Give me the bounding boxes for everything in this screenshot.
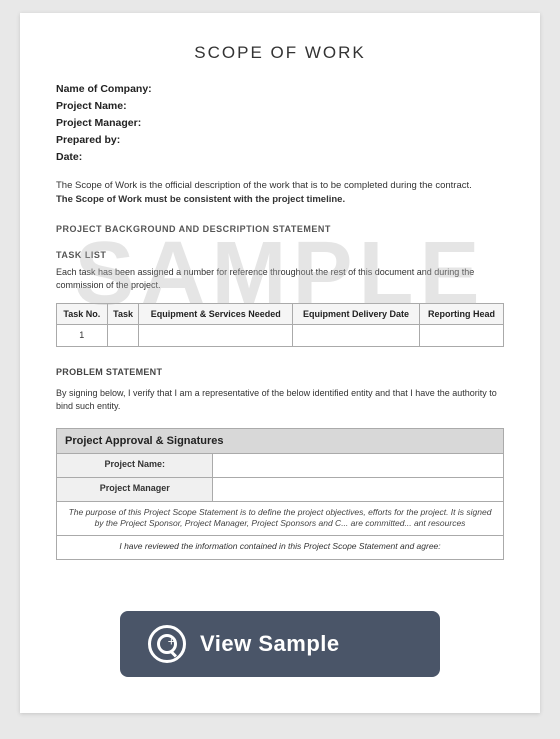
- task-table: Task No. Task Equipment & Services Neede…: [56, 303, 504, 347]
- approval-manager-label: Project Manager: [57, 477, 213, 501]
- approval-title: Project Approval & Signatures: [57, 428, 504, 453]
- problem-text: By signing below, I verify that I am a r…: [56, 387, 504, 414]
- col-delivery-date: Equipment Delivery Date: [293, 303, 420, 324]
- section-background: PROJECT BACKGROUND AND DESCRIPTION STATE…: [56, 224, 504, 234]
- plus-sign: +: [168, 634, 175, 650]
- cell-reporting-head: [420, 324, 504, 346]
- col-reporting-head: Reporting Head: [420, 303, 504, 324]
- approval-manager-value: [213, 477, 504, 501]
- approval-last-line: I have reviewed the information containe…: [57, 536, 504, 560]
- view-sample-label: View Sample: [200, 631, 340, 657]
- col-equipment-services: Equipment & Services Needed: [139, 303, 293, 324]
- cell-task: [107, 324, 139, 346]
- document-page: SAMPLE SCOPE OF WORK Name of Company: Pr…: [20, 13, 540, 713]
- field-project-name: Project Name:: [56, 100, 504, 112]
- approval-purpose-text: The purpose of this Project Scope Statem…: [57, 501, 504, 536]
- cell-task-no: 1: [57, 324, 108, 346]
- approval-purpose-row: The purpose of this Project Scope Statem…: [57, 501, 504, 536]
- problem-heading: PROBLEM STATEMENT: [56, 367, 504, 377]
- field-project-manager: Project Manager:: [56, 117, 504, 129]
- cell-delivery: [293, 324, 420, 346]
- approval-project-name-value: [213, 453, 504, 477]
- field-date: Date:: [56, 151, 504, 163]
- task-list-description: Each task has been assigned a number for…: [56, 266, 504, 293]
- approval-manager-row: Project Manager: [57, 477, 504, 501]
- field-company: Name of Company:: [56, 83, 504, 95]
- cell-equipment: [139, 324, 293, 346]
- approval-project-name-label: Project Name:: [57, 453, 213, 477]
- description-bold: The Scope of Work must be consistent wit…: [56, 194, 345, 205]
- table-row: 1: [57, 324, 504, 346]
- section-task-list: TASK LIST: [56, 250, 504, 260]
- approval-last-row: I have reviewed the information containe…: [57, 536, 504, 560]
- col-task-no: Task No.: [57, 303, 108, 324]
- search-plus-icon: +: [148, 625, 186, 663]
- approval-project-name-row: Project Name:: [57, 453, 504, 477]
- col-task: Task: [107, 303, 139, 324]
- description-text: The Scope of Work is the official descri…: [56, 179, 504, 208]
- field-prepared-by: Prepared by:: [56, 134, 504, 146]
- view-sample-button[interactable]: + View Sample: [120, 611, 440, 677]
- page-title: SCOPE OF WORK: [56, 43, 504, 63]
- approval-table: Project Approval & Signatures Project Na…: [56, 428, 504, 561]
